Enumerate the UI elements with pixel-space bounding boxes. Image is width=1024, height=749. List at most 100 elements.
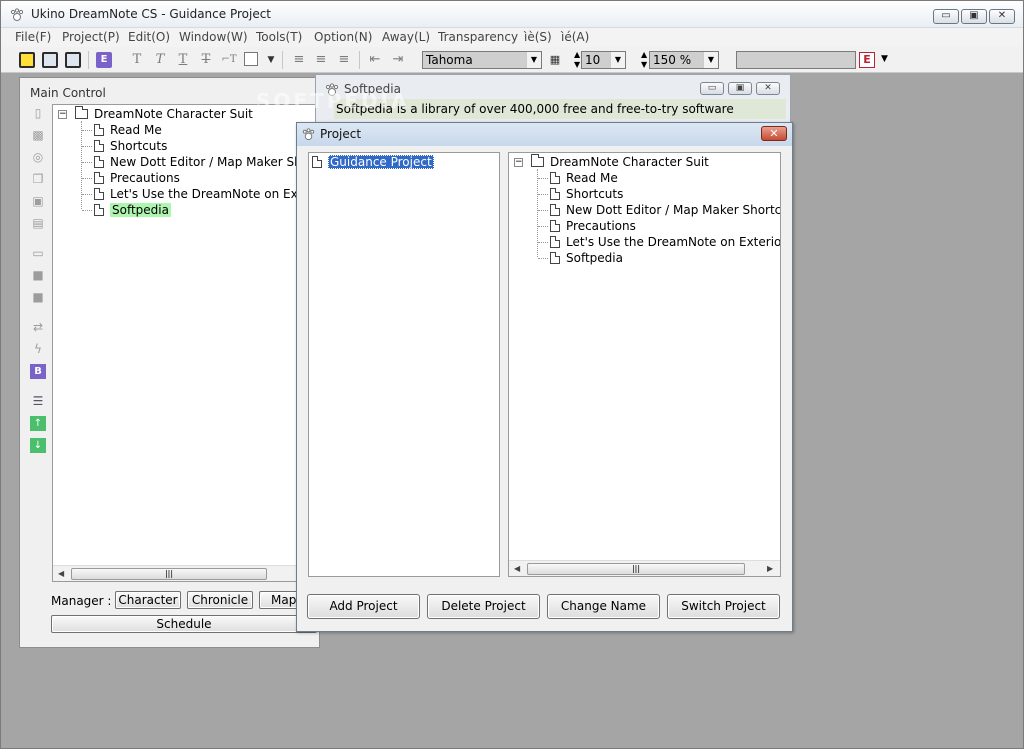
softpedia-close-icon[interactable]: ✕ [756,82,780,95]
softpedia-maximize-icon[interactable]: ▣ [728,82,752,95]
checker-icon[interactable]: ▣ [30,194,46,209]
tree-root[interactable]: DreamNote Character Suit [75,106,253,122]
zoom-spinner-icon[interactable]: ▲ ▼ [641,50,647,70]
menu-s[interactable]: ìè(S) [524,30,552,44]
tree-item[interactable]: New Dott Editor / Map Maker Shortcuts [550,202,781,218]
tree-item-label: Precautions [566,219,636,233]
tree-item-label: New Dott Editor / Map Maker Shortcuts [566,203,781,217]
project-item[interactable]: Guidance Project [312,154,434,170]
menu-a[interactable]: ìé(A) [561,30,589,44]
size-spinner-icon[interactable]: ▲ ▼ [574,50,580,70]
change-name-button[interactable]: Change Name [547,594,660,619]
save-icon[interactable] [19,52,35,68]
list-icon[interactable]: ☰ [30,394,46,409]
move-down-icon[interactable]: ↓ [30,438,46,453]
menu-window[interactable]: Window(W) [179,30,248,44]
horizontal-scrollbar[interactable]: ◀ ||| ▶ [509,560,780,576]
save-all-icon[interactable] [65,52,81,68]
menu-project[interactable]: Project(P) [62,30,120,44]
font-select[interactable]: Tahoma ▼ [422,51,542,69]
project-dialog: Project ✕ Guidance Project − DreamNote C… [296,122,793,632]
minimize-button[interactable]: ▭ [933,9,959,24]
schedule-button[interactable]: Schedule [51,615,317,633]
tree-item[interactable]: Let's Use the DreamNote on Exterior Comp… [94,186,321,202]
switch-project-button[interactable]: Switch Project [667,594,780,619]
page-icon [312,156,322,168]
swap-icon[interactable]: ⇄ [30,320,46,335]
menu-tools[interactable]: Tools(T) [256,30,302,44]
tree-line [81,121,82,209]
tree-root[interactable]: DreamNote Character Suit [531,154,709,170]
folder-icon[interactable]: ■ [30,268,46,283]
zoom-select[interactable]: 150 % ▼ [649,51,719,69]
text-plain-icon[interactable]: T [129,52,145,68]
menu-away[interactable]: Away(L) [382,30,430,44]
collapse-icon[interactable]: − [58,110,67,119]
page-icon [550,220,560,232]
outdent-icon[interactable]: ⇥ [390,52,406,68]
grid-icon[interactable]: ▦ [547,52,563,68]
font-dropdown-icon[interactable]: ▼ [526,52,541,68]
maximize-button[interactable]: ▣ [961,9,987,24]
add-project-button[interactable]: Add Project [307,594,420,619]
tree-line [538,258,548,259]
tree-item[interactable]: Let's Use the DreamNote on Exterior Comp… [550,234,780,250]
size-dropdown-icon[interactable]: ▼ [610,52,625,68]
e-mark-button[interactable]: E [859,52,875,68]
e-format-icon[interactable]: E [96,52,112,68]
color-box-icon[interactable] [244,52,258,66]
new-page-icon[interactable]: ▯ [30,106,46,121]
folder-outline-icon[interactable]: ▭ [30,246,46,261]
tree-item-selected[interactable]: Softpedia [94,202,171,218]
menu-option[interactable]: Option(N) [314,30,372,44]
tree-item[interactable]: New Dott Editor / Map Maker Shortcuts [94,154,322,170]
doc-d-icon[interactable]: ▤ [30,216,46,231]
link-icon[interactable]: ◎ [30,150,46,165]
text-strike-icon[interactable]: T [198,52,214,68]
character-button[interactable]: Character [115,591,181,609]
align-right-icon[interactable]: ≡ [336,52,352,68]
zoom-dropdown-icon[interactable]: ▼ [703,52,718,68]
align-left-icon[interactable]: ≡ [291,52,307,68]
scroll-left-icon[interactable]: ◀ [58,569,64,578]
save-as-icon[interactable] [42,52,58,68]
text-subscript-icon[interactable]: ⌐T [221,52,237,68]
copy-icon[interactable]: ❐ [30,172,46,187]
indent-icon[interactable]: ⇤ [367,52,383,68]
tree-item[interactable]: Precautions [550,218,636,234]
menu-edit[interactable]: Edit(O) [128,30,170,44]
scroll-right-icon[interactable]: ▶ [767,564,773,573]
horizontal-scrollbar[interactable]: ◀ ||| [53,565,321,581]
color-dropdown-icon[interactable]: ▼ [263,52,279,68]
e-dropdown-icon[interactable]: ▼ [881,54,888,64]
style-field[interactable] [736,51,856,69]
folder-filled-icon[interactable]: ■ [30,290,46,305]
tree-item[interactable]: Read Me [94,122,162,138]
tree-item-label: New Dott Editor / Map Maker Shortcuts [110,155,322,169]
tree-item[interactable]: Precautions [94,170,180,186]
project-close-icon[interactable]: ✕ [761,126,787,141]
delete-project-button[interactable]: Delete Project [427,594,540,619]
size-select[interactable]: 10 ▼ [581,51,626,69]
menu-transparency[interactable]: Transparency [438,30,518,44]
text-italic-icon[interactable]: T [152,52,168,68]
scroll-left-icon[interactable]: ◀ [514,564,520,573]
tree-item[interactable]: Softpedia [550,250,623,266]
close-button[interactable]: ✕ [989,9,1015,24]
align-center-icon[interactable]: ≡ [313,52,329,68]
menu-file[interactable]: File(F) [15,30,51,44]
scroll-thumb[interactable]: ||| [71,568,267,580]
move-up-icon[interactable]: ↑ [30,416,46,431]
scroll-thumb[interactable]: ||| [527,563,745,575]
softpedia-minimize-icon[interactable]: ▭ [700,82,724,95]
project-paw-icon [302,128,315,141]
pattern-icon[interactable]: ▩ [30,128,46,143]
tree-item[interactable]: Read Me [550,170,618,186]
chronicle-button[interactable]: Chronicle [187,591,253,609]
tree-item[interactable]: Shortcuts [94,138,167,154]
tree-item[interactable]: Shortcuts [550,186,623,202]
flash-icon[interactable]: ϟ [30,342,46,357]
collapse-icon[interactable]: − [514,158,523,167]
b-icon[interactable]: B [30,364,46,379]
text-underline-icon[interactable]: T [175,52,191,68]
